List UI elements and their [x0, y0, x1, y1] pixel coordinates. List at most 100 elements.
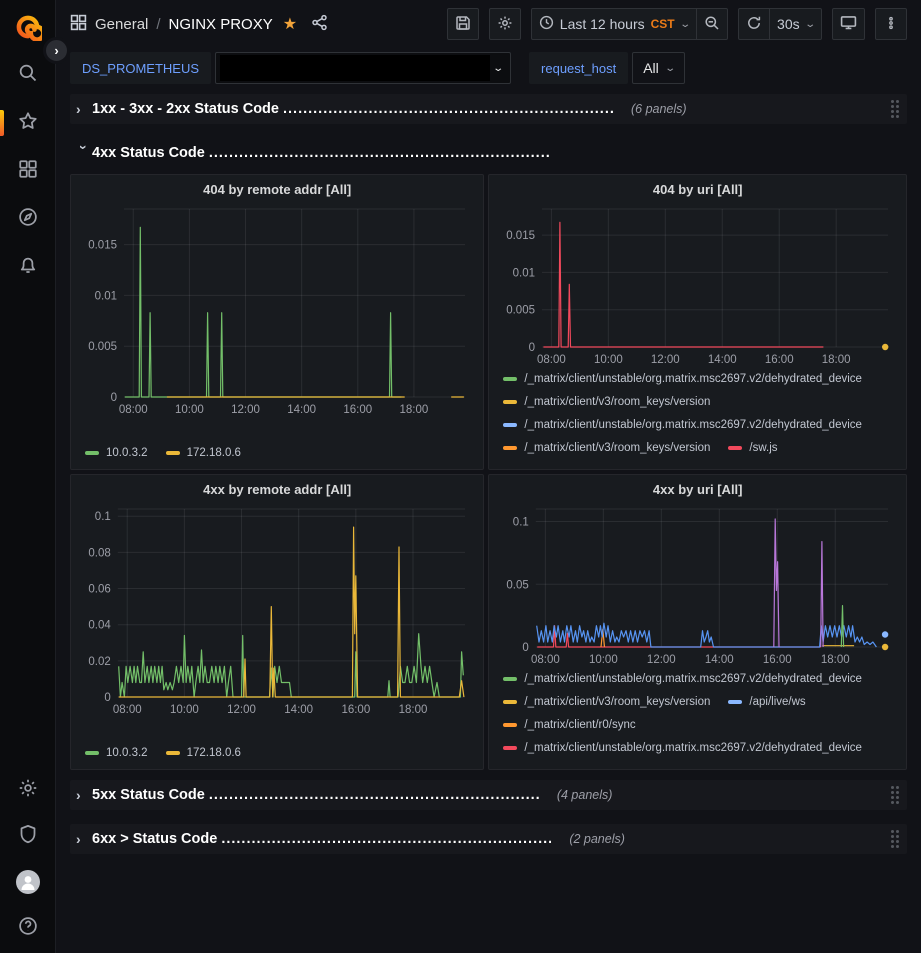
legend-item[interactable]: /api/live/ws: [728, 696, 805, 708]
favorite-star-icon[interactable]: ★: [283, 14, 297, 34]
top-navbar: General / NGINX PROXY ★: [56, 0, 921, 48]
row-panel-count: (2 panels): [569, 832, 625, 846]
chevron-right-icon: ›: [76, 101, 92, 117]
legend-item[interactable]: /_matrix/client/v3/room_keys/version: [503, 696, 710, 708]
main-area: General / NGINX PROXY ★: [56, 0, 921, 953]
svg-text:08:00: 08:00: [113, 704, 142, 716]
legend-label: /_matrix/client/unstable/org.matrix.msc2…: [524, 742, 862, 754]
zoom-out-button[interactable]: [696, 8, 728, 40]
request-host-variable-dropdown[interactable]: All ⌄: [632, 52, 685, 84]
legend-swatch: [503, 746, 517, 750]
chevron-right-icon: ›: [76, 831, 92, 847]
legend-label: /_matrix/client/unstable/org.matrix.msc2…: [524, 673, 862, 685]
shield-icon: [18, 824, 38, 849]
timeseries-chart-404-by-remote-addr[interactable]: 00.0050.010.01508:0010:0012:0014:0016:00…: [79, 201, 475, 419]
sidebar-item-search[interactable]: [0, 64, 56, 86]
legend-item[interactable]: /_matrix/client/unstable/org.matrix.msc2…: [503, 673, 862, 685]
row-drag-handle-icon[interactable]: [891, 830, 899, 848]
legend-item[interactable]: 172.18.0.6: [166, 447, 241, 459]
sidebar-expand-button[interactable]: ›: [43, 37, 70, 64]
sidebar-item-help[interactable]: [0, 917, 56, 939]
legend-item[interactable]: /_matrix/client/unstable/org.matrix.msc2…: [503, 419, 862, 431]
legend-swatch: [728, 700, 742, 704]
save-dashboard-button[interactable]: [447, 8, 479, 40]
svg-text:0: 0: [111, 392, 117, 404]
timeseries-chart-404-by-uri[interactable]: 00.0050.010.01508:0010:0012:0014:0016:00…: [497, 201, 898, 369]
sidebar-item-profile[interactable]: [0, 871, 56, 893]
svg-text:08:00: 08:00: [537, 354, 566, 366]
legend-item[interactable]: /_matrix/client/v3/room_keys/version: [503, 442, 710, 454]
refresh-interval-label: 30s: [777, 16, 800, 32]
chevron-right-icon: ›: [76, 787, 92, 803]
sidebar-item-alerting[interactable]: [0, 256, 56, 278]
timeseries-chart-4xx-by-uri[interactable]: 00.050.108:0010:0012:0014:0016:0018:00: [497, 501, 898, 669]
panel-title[interactable]: 404 by remote addr [All]: [79, 179, 475, 201]
breadcrumb-folder[interactable]: General: [95, 16, 148, 33]
dashboards-grid-icon: [18, 159, 38, 184]
refresh-interval-picker[interactable]: 30s ⌄: [769, 8, 822, 40]
legend-item[interactable]: /_matrix/client/unstable/org.matrix.msc2…: [503, 742, 862, 754]
legend-item[interactable]: /_matrix/client/unstable/org.matrix.msc2…: [503, 373, 862, 385]
redacted-value: [220, 55, 490, 81]
timeseries-chart-4xx-by-remote-addr[interactable]: 00.020.040.060.080.108:0010:0012:0014:00…: [79, 501, 475, 719]
legend-item[interactable]: /sw.js: [728, 442, 777, 454]
breadcrumb: General / NGINX PROXY ★: [70, 14, 328, 35]
svg-text:16:00: 16:00: [341, 704, 370, 716]
compass-icon: [18, 207, 38, 232]
row-leader: ........................................…: [209, 787, 539, 803]
legend-swatch: [85, 451, 99, 455]
svg-text:14:00: 14:00: [284, 704, 313, 716]
legend-label: 10.0.3.2: [106, 747, 148, 759]
legend-swatch: [166, 751, 180, 755]
chevron-down-icon: ⌄: [804, 19, 816, 30]
refresh-controls: 30s ⌄: [738, 8, 822, 40]
sidebar-item-explore[interactable]: [0, 208, 56, 230]
svg-text:0: 0: [104, 692, 110, 704]
kebab-menu-button[interactable]: [875, 8, 907, 40]
row-drag-handle-icon[interactable]: [891, 100, 899, 118]
row-6xx[interactable]: › 6xx > Status Code ....................…: [70, 824, 907, 854]
legend-label: /_matrix/client/v3/room_keys/version: [524, 396, 710, 408]
row-drag-handle-icon[interactable]: [891, 786, 899, 804]
dashboard-settings-button[interactable]: [489, 8, 521, 40]
tv-mode-button[interactable]: [832, 8, 865, 40]
legend-swatch: [503, 446, 517, 450]
time-range-picker[interactable]: Last 12 hours CST ⌄: [531, 8, 697, 40]
timezone-label: CST: [651, 17, 675, 31]
row-title: 4xx Status Code: [92, 145, 205, 161]
refresh-button[interactable]: [738, 8, 770, 40]
row-1xx-3xx-2xx[interactable]: › 1xx - 3xx - 2xx Status Code ..........…: [70, 94, 907, 124]
panel-title[interactable]: 4xx by uri [All]: [497, 479, 898, 501]
datasource-variable-dropdown[interactable]: ⌄: [215, 52, 511, 84]
legend-item[interactable]: /_matrix/client/r0/sync: [503, 719, 635, 731]
sidebar-item-starred[interactable]: [0, 112, 56, 134]
svg-text:12:00: 12:00: [647, 654, 676, 666]
row-5xx[interactable]: › 5xx Status Code ......................…: [70, 780, 907, 810]
legend-swatch: [85, 751, 99, 755]
legend-item[interactable]: 10.0.3.2: [85, 747, 148, 759]
legend-label: /sw.js: [749, 442, 777, 454]
legend-swatch: [503, 677, 517, 681]
dashboard-title[interactable]: NGINX PROXY: [169, 16, 273, 33]
chevron-down-icon: ⌄: [664, 63, 676, 74]
sidebar-item-dashboards[interactable]: [0, 160, 56, 182]
svg-text:0.005: 0.005: [88, 341, 117, 353]
legend-swatch: [503, 377, 517, 381]
chart-legend: 10.0.3.2 172.18.0.6: [79, 743, 475, 765]
legend-item[interactable]: 10.0.3.2: [85, 447, 148, 459]
panel-title[interactable]: 4xx by remote addr [All]: [79, 479, 475, 501]
legend-swatch: [503, 400, 517, 404]
legend-item[interactable]: 172.18.0.6: [166, 747, 241, 759]
share-icon[interactable]: [311, 14, 328, 35]
apps-grid-icon: [70, 14, 87, 35]
panel-title[interactable]: 404 by uri [All]: [497, 179, 898, 201]
sidebar-item-server-admin[interactable]: [0, 825, 56, 847]
legend-item[interactable]: /_matrix/client/v3/room_keys/version: [503, 396, 710, 408]
legend-swatch: [503, 700, 517, 704]
panels-grid: 404 by remote addr [All] 00.0050.010.015…: [70, 174, 907, 770]
chart-legend: 10.0.3.2 172.18.0.6: [79, 443, 475, 465]
sidebar-item-configuration[interactable]: [0, 779, 56, 801]
row-4xx[interactable]: › 4xx Status Code ......................…: [70, 138, 907, 168]
panel-4xx-by-uri: 4xx by uri [All] 00.050.108:0010:0012:00…: [488, 474, 907, 770]
grafana-logo-icon[interactable]: [0, 12, 56, 42]
